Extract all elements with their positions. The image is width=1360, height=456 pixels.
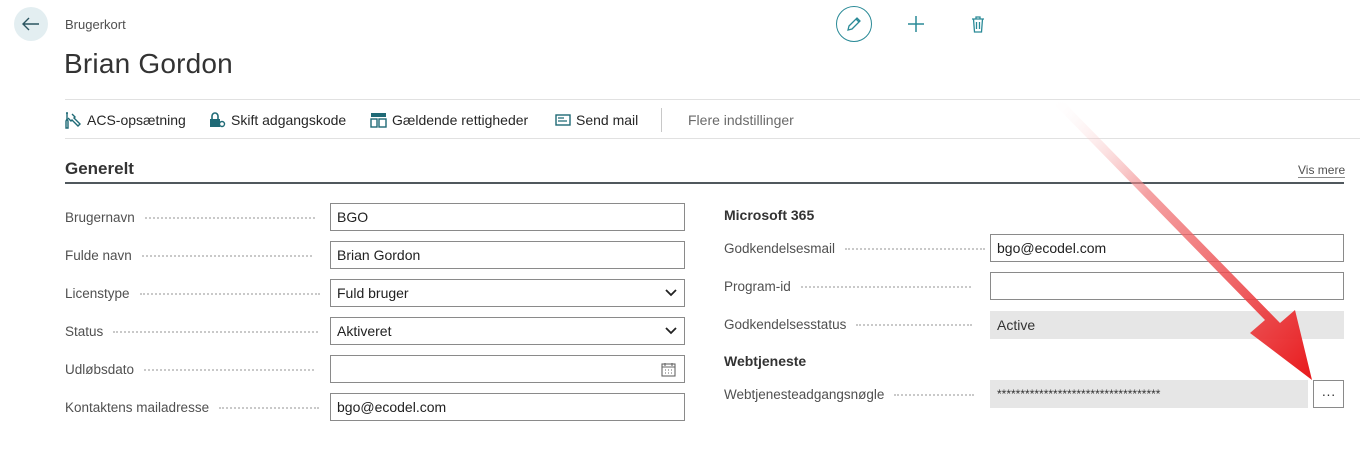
label-leader xyxy=(894,393,975,396)
label-leader xyxy=(800,285,971,288)
status-value: Aktiveret xyxy=(337,323,392,339)
send-mail-action[interactable]: Send mail xyxy=(555,110,638,130)
status-select[interactable]: Aktiveret xyxy=(330,317,685,345)
acs-setup-action[interactable]: ACS-opsætning xyxy=(65,110,186,130)
auth-email-label-row: Godkendelsesmail xyxy=(724,241,986,256)
program-id-label: Program-id xyxy=(724,279,791,294)
status-label: Status xyxy=(65,324,104,339)
tools-icon xyxy=(65,111,81,129)
more-options-action[interactable]: Flere indstillinger xyxy=(688,110,794,130)
webservice-key-label: Webtjenesteadgangsnøgle xyxy=(724,387,885,402)
calendar-icon[interactable] xyxy=(661,362,676,377)
microsoft365-group-title: Microsoft 365 xyxy=(724,207,815,223)
username-field[interactable]: BGO xyxy=(330,203,685,231)
lock-key-icon xyxy=(210,111,226,127)
new-button[interactable] xyxy=(904,12,928,36)
username-label: Brugernavn xyxy=(65,210,135,225)
expiry-date-label-row: Udløbsdato xyxy=(65,362,315,377)
label-leader xyxy=(144,216,315,219)
delete-button[interactable] xyxy=(966,12,990,36)
contact-email-value: bgo@ecodel.com xyxy=(337,399,447,415)
page-title: Brian Gordon xyxy=(64,48,233,79)
contact-email-field[interactable]: bgo@ecodel.com xyxy=(330,393,685,421)
label-leader xyxy=(845,247,986,250)
label-leader xyxy=(856,323,973,326)
license-type-label: Licenstype xyxy=(65,286,130,301)
webservice-key-label-row: Webtjenesteadgangsnøgle xyxy=(724,387,975,402)
webservice-key-value: *********************************** xyxy=(997,387,1161,401)
label-leader xyxy=(113,330,319,333)
label-leader xyxy=(141,254,312,257)
red-annotation-arrow-icon xyxy=(1050,100,1312,380)
effective-permissions-action[interactable]: Gældende rettigheder xyxy=(370,110,528,130)
chevron-down-icon xyxy=(665,289,677,297)
auth-email-label: Godkendelsesmail xyxy=(724,241,836,256)
action-separator xyxy=(661,108,662,132)
pencil-icon xyxy=(847,17,861,31)
label-leader xyxy=(219,406,320,409)
auth-status-value: Active xyxy=(997,317,1036,333)
effective-permissions-label: Gældende rettigheder xyxy=(392,112,529,128)
expiry-date-field[interactable] xyxy=(330,355,685,383)
program-id-label-row: Program-id xyxy=(724,279,971,294)
expiry-date-label: Udløbsdato xyxy=(65,362,135,377)
license-type-label-row: Licenstype xyxy=(65,286,320,301)
auth-status-label: Godkendelsesstatus xyxy=(724,317,847,332)
change-password-label: Skift adgangskode xyxy=(231,112,347,128)
contact-email-label: Kontaktens mailadresse xyxy=(65,400,210,415)
back-button[interactable] xyxy=(14,7,48,41)
fullname-label-row: Fulde navn xyxy=(65,248,312,263)
label-leader xyxy=(144,368,315,371)
contact-email-label-row: Kontaktens mailadresse xyxy=(65,400,320,415)
license-type-value: Fuld bruger xyxy=(337,285,409,301)
auth-status-label-row: Godkendelsesstatus xyxy=(724,317,973,332)
fullname-label: Fulde navn xyxy=(65,248,132,263)
page-caption: Brugerkort xyxy=(65,17,126,32)
more-options-label: Flere indstillinger xyxy=(688,112,794,128)
label-leader xyxy=(139,292,320,295)
edit-button[interactable] xyxy=(836,6,872,42)
arrow-left-icon xyxy=(22,17,39,31)
section-title: Generelt xyxy=(65,159,134,178)
send-mail-label: Send mail xyxy=(576,112,639,128)
webservice-group-title: Webtjeneste xyxy=(724,353,807,369)
username-label-row: Brugernavn xyxy=(65,210,315,225)
change-password-action[interactable]: Skift adgangskode xyxy=(209,110,346,130)
permissions-icon xyxy=(370,112,387,128)
plus-icon xyxy=(908,16,924,32)
fullname-value: Brian Gordon xyxy=(337,247,421,263)
username-value: BGO xyxy=(337,209,369,225)
chevron-down-icon xyxy=(665,327,677,335)
mail-icon xyxy=(555,114,571,126)
status-label-row: Status xyxy=(65,324,319,339)
trash-icon xyxy=(972,15,984,33)
acs-setup-label: ACS-opsætning xyxy=(87,112,186,128)
license-type-select[interactable]: Fuld bruger xyxy=(330,279,685,307)
fullname-field[interactable]: Brian Gordon xyxy=(330,241,685,269)
